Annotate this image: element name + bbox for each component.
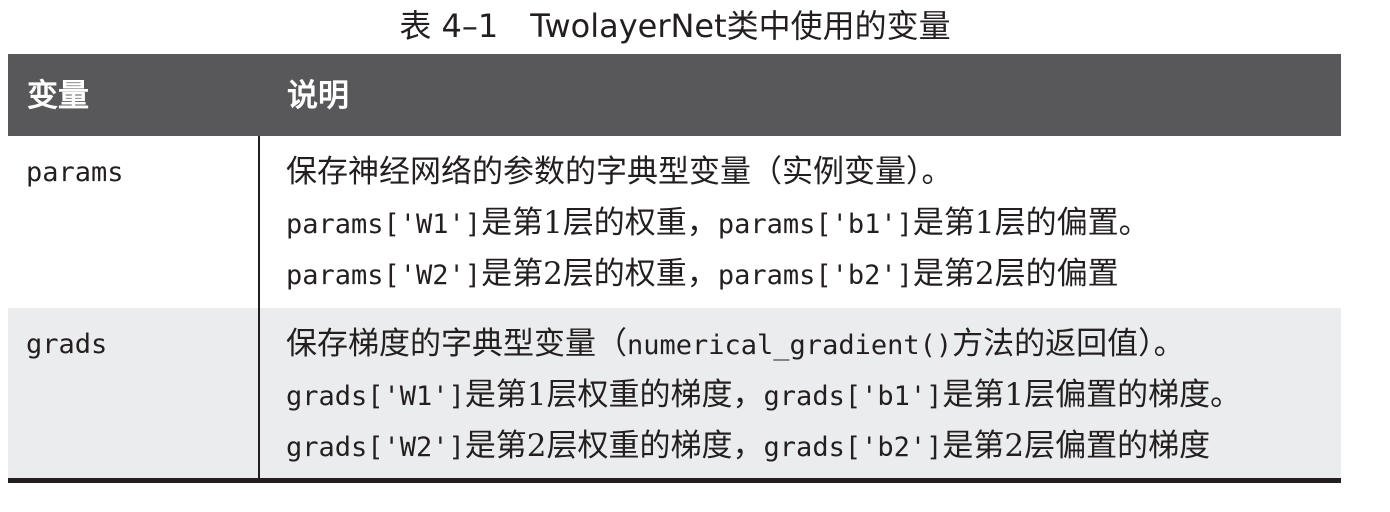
code-snippet: grads['W2'] [286, 432, 465, 463]
variable-name: params [26, 157, 124, 188]
description-line: params['W2']是第2层的权重，params['b2']是第2层的偏置 [286, 254, 1336, 305]
variables-table: 变量 说明 params 保存神经网络的参数的字典型变量（实例变量）。 para… [8, 54, 1341, 480]
description-text: 是第2层偏置的梯度 [942, 428, 1211, 464]
table-bottom-rule [8, 478, 1341, 483]
description-text: 是第1层的权重， [481, 205, 718, 241]
code-snippet: params['W2'] [286, 260, 482, 291]
description-text: 是第2层权重的梯度， [464, 428, 764, 464]
code-snippet: grads['b2'] [763, 432, 943, 463]
column-divider [258, 136, 260, 480]
variable-description: 保存神经网络的参数的字典型变量（实例变量）。 params['W1']是第1层的… [286, 152, 1336, 305]
description-text: 保存梯度的字典型变量（ [286, 326, 627, 362]
code-snippet: params['b2'] [717, 260, 913, 291]
table-caption: 表 4–1 TwolayerNet类中使用的变量 [399, 7, 951, 45]
code-snippet: numerical_gradient() [627, 330, 953, 361]
description-line: grads['W2']是第2层权重的梯度，grads['b2']是第2层偏置的梯… [286, 426, 1336, 477]
code-snippet: params['b1'] [717, 209, 913, 240]
description-text: 是第2层的权重， [481, 256, 718, 292]
variable-name: grads [26, 329, 108, 360]
code-snippet: grads['b1'] [763, 381, 943, 412]
table-row-params: params 保存神经网络的参数的字典型变量（实例变量）。 params['W1… [8, 136, 1341, 308]
table-header: 变量 说明 [8, 54, 1341, 136]
description-text: 是第1层偏置的梯度。 [942, 377, 1242, 413]
code-snippet: params['W1'] [286, 209, 482, 240]
description-line: params['W1']是第1层的权重，params['b1']是第1层的偏置。 [286, 203, 1336, 254]
header-variable: 变量 [27, 78, 89, 114]
description-text: 是第1层权重的梯度， [464, 377, 764, 413]
description-text: 方法的返回值）。 [952, 326, 1185, 362]
description-line: 保存神经网络的参数的字典型变量（实例变量）。 [286, 152, 1336, 203]
description-text: 保存神经网络的参数的字典型变量（实例变量）。 [286, 154, 953, 190]
variable-description: 保存梯度的字典型变量（numerical_gradient()方法的返回值）。 … [286, 324, 1336, 477]
code-snippet: grads['W1'] [286, 381, 465, 412]
table-row-grads: grads 保存梯度的字典型变量（numerical_gradient()方法的… [8, 308, 1341, 480]
description-line: grads['W1']是第1层权重的梯度，grads['b1']是第1层偏置的梯… [286, 375, 1336, 426]
description-text: 是第1层的偏置。 [912, 205, 1150, 241]
description-text: 是第2层的偏置 [912, 256, 1119, 292]
description-line: 保存梯度的字典型变量（numerical_gradient()方法的返回值）。 [286, 324, 1336, 375]
header-description: 说明 [287, 78, 349, 114]
